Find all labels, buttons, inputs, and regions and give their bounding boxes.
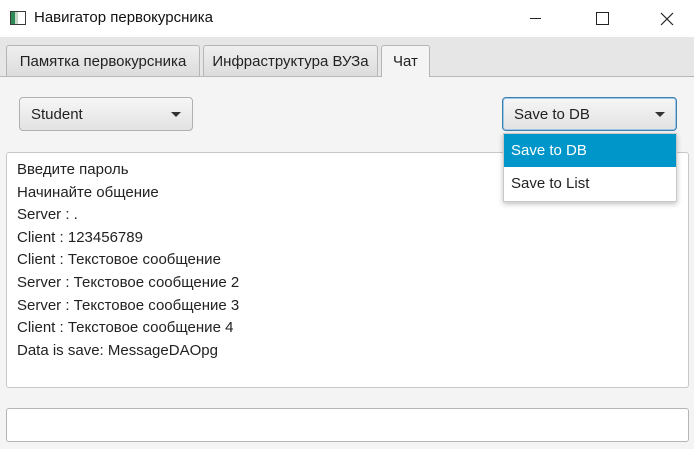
option-save-to-db[interactable]: Save to DB bbox=[504, 134, 676, 167]
role-combobox[interactable]: Student bbox=[19, 97, 193, 131]
tab-freshman-memo[interactable]: Памятка первокурсника bbox=[6, 45, 200, 76]
tab-chat[interactable]: Чат bbox=[381, 45, 430, 77]
chat-line: Server : Текстовое сообщение 2 bbox=[17, 273, 240, 291]
chat-line: Data is save: MessageDAOpg bbox=[17, 341, 218, 359]
title-bar: Навигатор первокурсника bbox=[0, 0, 694, 37]
chevron-down-icon bbox=[171, 112, 181, 117]
message-input[interactable] bbox=[6, 408, 689, 442]
maximize-button[interactable] bbox=[579, 0, 625, 37]
window-title: Навигатор первокурсника bbox=[34, 9, 213, 26]
role-combobox-value: Student bbox=[31, 105, 83, 123]
app-icon bbox=[10, 11, 26, 25]
tab-university-infrastructure[interactable]: Инфраструктура ВУЗа bbox=[203, 45, 378, 76]
close-icon bbox=[660, 12, 674, 25]
save-mode-combobox-value: Save to DB bbox=[514, 105, 590, 123]
chevron-down-icon bbox=[655, 112, 665, 117]
tab-bar: Памятка первокурсника Инфраструктура ВУЗ… bbox=[0, 37, 694, 77]
save-mode-combobox[interactable]: Save to DB bbox=[502, 97, 677, 131]
maximize-icon bbox=[595, 12, 609, 25]
minimize-button[interactable] bbox=[512, 0, 558, 37]
minimize-icon bbox=[529, 18, 541, 19]
chat-line: Client : 123456789 bbox=[17, 228, 143, 246]
close-button[interactable] bbox=[644, 0, 690, 37]
chat-line: Server : . bbox=[17, 206, 78, 224]
option-save-to-list[interactable]: Save to List bbox=[504, 167, 676, 200]
chat-line: Client : Текстовое сообщение bbox=[17, 251, 221, 269]
chat-line: Server : Текстовое сообщение 3 bbox=[17, 296, 240, 314]
save-mode-dropdown: Save to DB Save to List bbox=[503, 133, 677, 202]
chat-line: Client : Текстовое сообщение 4 bbox=[17, 319, 234, 337]
